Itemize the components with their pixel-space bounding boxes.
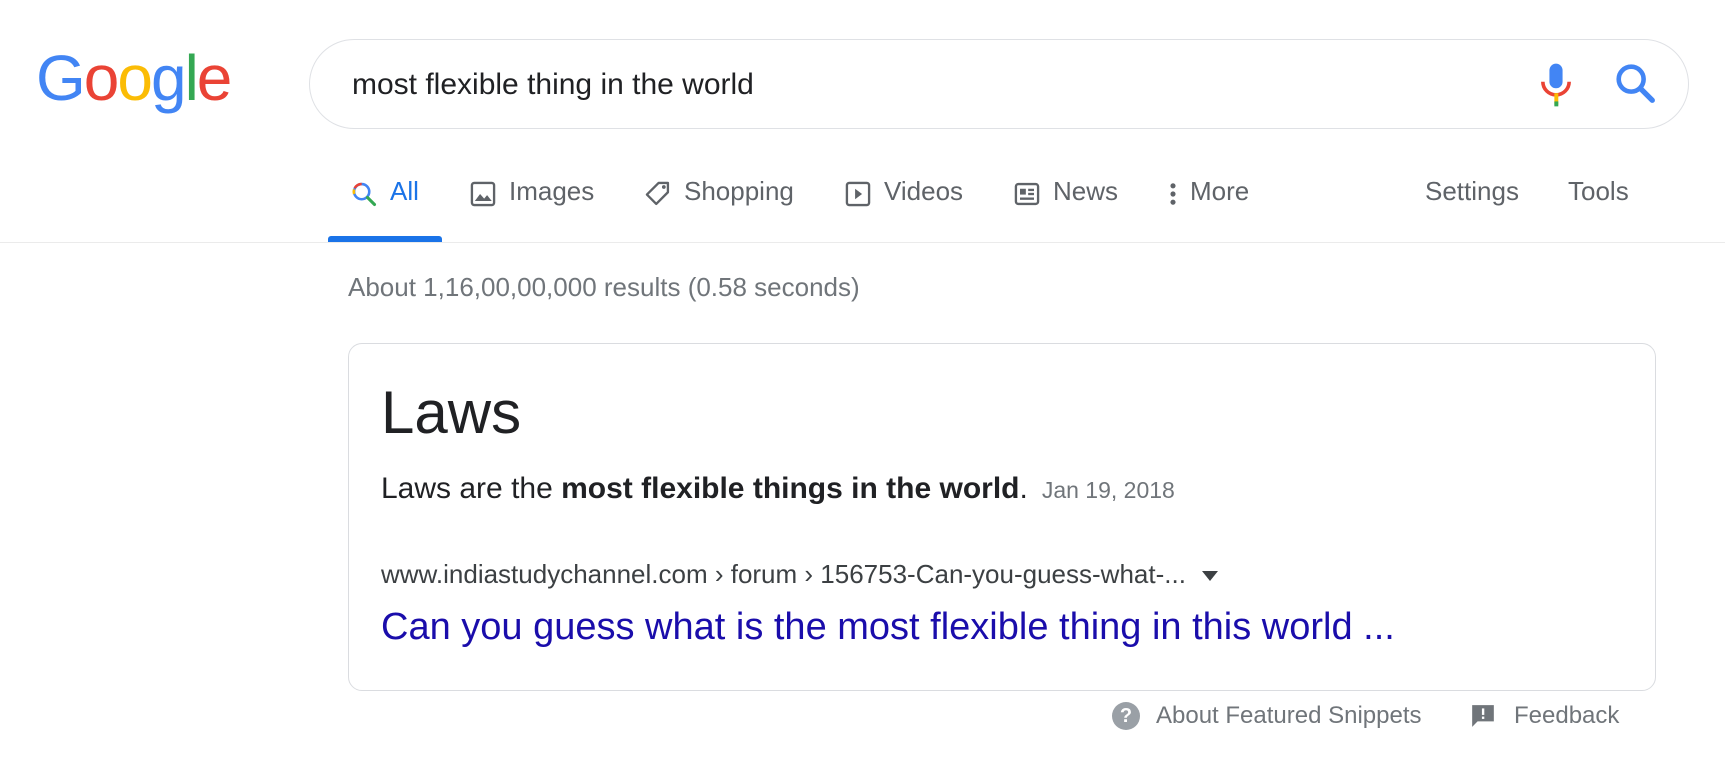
result-stats: About 1,16,00,00,000 results (0.58 secon…	[348, 272, 860, 302]
logo-letter: G	[36, 42, 86, 114]
tab-label: All	[390, 176, 419, 206]
feedback-link[interactable]: Feedback	[1470, 698, 1619, 734]
tab-label: More	[1190, 176, 1250, 206]
logo-letter: o	[83, 42, 120, 114]
snippet-text-bold: most flexible things in the world	[561, 472, 1020, 505]
tab-images[interactable]: Images	[469, 176, 594, 242]
featured-snippet-text: Laws are the most flexible things in the…	[381, 472, 1175, 506]
logo-letter: e	[196, 42, 233, 114]
more-vert-icon	[1166, 180, 1180, 208]
tab-news[interactable]: News	[1013, 176, 1118, 242]
tab-label: Videos	[884, 176, 964, 206]
logo-letter: g	[150, 42, 187, 114]
search-icon	[350, 180, 378, 208]
featured-snippet-card: Laws Laws are the most flexible things i…	[348, 343, 1656, 691]
tag-icon	[644, 180, 672, 208]
tab-videos[interactable]: Videos	[844, 176, 963, 242]
google-logo[interactable]: Google	[36, 46, 232, 110]
search-button-icon[interactable]	[1612, 60, 1658, 106]
feedback-label: Feedback	[1514, 702, 1620, 729]
search-box	[309, 39, 1689, 129]
tools-link[interactable]: Tools	[1568, 176, 1629, 242]
result-url-breadcrumb: www.indiastudychannel.com › forum › 1567…	[381, 559, 1218, 590]
help-icon: ?	[1112, 702, 1140, 730]
about-featured-snippets-label: About Featured Snippets	[1156, 702, 1422, 729]
play-icon	[844, 180, 872, 208]
tab-label: Shopping	[684, 176, 794, 206]
caret-down-icon[interactable]	[1201, 571, 1218, 582]
tab-shopping[interactable]: Shopping	[644, 176, 794, 242]
news-icon	[1013, 180, 1041, 208]
about-featured-snippets-link[interactable]: ? About Featured Snippets	[1112, 698, 1422, 734]
snippet-text-post: .	[1019, 472, 1028, 505]
search-tabs: All Images Shopping Videos News More Set…	[328, 176, 1725, 242]
feedback-icon	[1470, 703, 1496, 729]
result-title-link[interactable]: Can you guess what is the most flexible …	[381, 606, 1395, 649]
microphone-icon[interactable]	[1536, 62, 1576, 108]
tab-label: Images	[509, 176, 595, 206]
image-icon	[469, 180, 497, 208]
logo-letter: o	[117, 42, 153, 114]
tab-more[interactable]: More	[1166, 176, 1249, 242]
settings-link[interactable]: Settings	[1425, 176, 1519, 242]
tab-label: News	[1053, 176, 1119, 206]
logo-letter: l	[184, 42, 199, 114]
result-url: www.indiastudychannel.com › forum › 1567…	[381, 559, 1186, 589]
tabs-divider	[0, 242, 1725, 243]
tab-all[interactable]: All	[350, 176, 419, 242]
snippet-date: Jan 19, 2018	[1041, 477, 1175, 503]
search-input[interactable]	[350, 60, 1514, 110]
snippet-text-pre: Laws are the	[381, 472, 562, 505]
featured-answer: Laws	[381, 379, 522, 446]
